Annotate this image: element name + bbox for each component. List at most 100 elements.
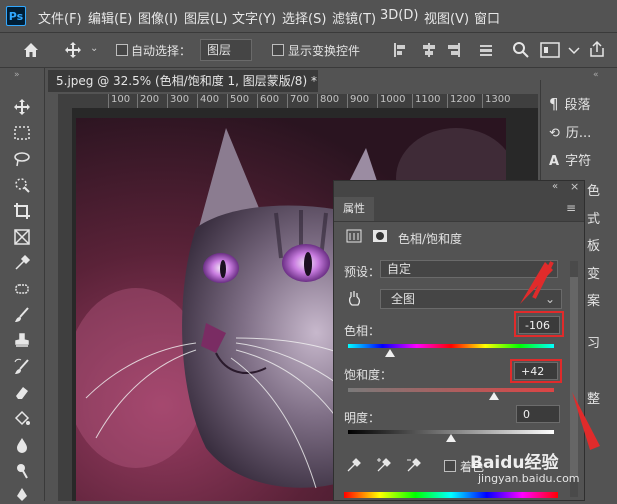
menu-view[interactable]: 视图(V): [424, 8, 469, 27]
menu-bar: Ps 文件(F) 编辑(E) 图像(I) 图层(L) 文字(Y) 选择(S) 滤…: [0, 0, 617, 33]
swatches-panel-label[interactable]: 板: [587, 235, 600, 254]
auto-select-label: 自动选择：: [131, 44, 192, 58]
paragraph-panel-button[interactable]: ¶ 段落: [549, 94, 591, 113]
document-tab-title: 5.jpeg @ 32.5% (色相/饱和度 1, 图层蒙版/8) *: [56, 74, 317, 88]
search-icon[interactable]: [512, 41, 530, 59]
menu-filter[interactable]: 滤镜(T): [332, 8, 376, 27]
color-panel-label[interactable]: 色: [587, 180, 600, 199]
menu-file[interactable]: 文件(F): [38, 8, 82, 27]
brush-tool-icon[interactable]: [13, 306, 31, 324]
ruler-tick: 1000: [377, 94, 405, 108]
hue-input[interactable]: -106: [518, 316, 560, 334]
eyedropper-icon[interactable]: [346, 457, 362, 473]
align-icons[interactable]: [392, 41, 522, 59]
preset-dropdown[interactable]: 自定: [380, 260, 558, 278]
ruler-tick: 100: [108, 94, 130, 108]
preset-value: 自定: [387, 262, 412, 276]
crop-tool-icon[interactable]: [13, 202, 31, 220]
ruler-tick: 1300: [482, 94, 510, 108]
gradients-panel-label[interactable]: 变: [587, 263, 600, 282]
quick-select-tool-icon[interactable]: [13, 176, 31, 194]
photoshop-logo: Ps: [6, 6, 26, 26]
lasso-tool-icon[interactable]: [13, 150, 31, 168]
home-icon[interactable]: [22, 41, 40, 59]
history-panel-button[interactable]: ⟲ 历...: [549, 122, 591, 141]
share-icon[interactable]: [588, 40, 606, 58]
channel-dropdown[interactable]: 全图 ⌄: [380, 289, 562, 309]
horizontal-ruler: 100 200 300 400 500 600 700 800 900 1000…: [58, 94, 538, 109]
lightness-label: 明度：: [344, 411, 381, 425]
ruler-tick: 1200: [447, 94, 475, 108]
adjustments-panel-label[interactable]: 整: [587, 388, 600, 407]
menu-window[interactable]: 窗口: [474, 8, 500, 27]
menu-3d[interactable]: 3D(D): [380, 8, 418, 23]
workspace-icon[interactable]: [540, 42, 560, 58]
eyedropper-plus-icon[interactable]: [376, 457, 392, 473]
watermark-logo: Baidu经验: [470, 453, 559, 473]
chevron-down-icon[interactable]: [566, 41, 582, 59]
document-tab[interactable]: 5.jpeg @ 32.5% (色相/饱和度 1, 图层蒙版/8) * ×: [48, 70, 318, 110]
properties-panel-header[interactable]: « ×: [334, 180, 584, 197]
menu-image[interactable]: 图像(I): [138, 8, 178, 27]
adjustment-title: 色相/饱和度: [398, 232, 463, 246]
colorize-checkbox[interactable]: [444, 460, 456, 472]
healing-tool-icon[interactable]: [13, 280, 31, 298]
chevron-down-icon: ⌄: [544, 292, 555, 306]
color-spectrum-bar: [344, 492, 558, 498]
character-icon: A: [549, 154, 560, 169]
character-panel-button[interactable]: A 字符: [549, 150, 591, 169]
auto-select-checkbox[interactable]: [116, 44, 128, 56]
eraser-tool-icon[interactable]: [13, 384, 31, 402]
history-brush-tool-icon[interactable]: [13, 358, 31, 376]
saturation-input[interactable]: +42: [514, 362, 558, 380]
ruler-tick: 200: [137, 94, 159, 108]
collapse-icon[interactable]: «: [593, 70, 599, 80]
ruler-tick: 500: [227, 94, 249, 108]
paragraph-icon: ¶: [549, 95, 559, 113]
hue-slider-thumb[interactable]: [385, 349, 396, 357]
dodge-tool-icon[interactable]: [13, 462, 31, 480]
saturation-slider-thumb[interactable]: [489, 392, 500, 400]
ruler-tick: 1100: [412, 94, 440, 108]
history-icon: ⟲: [549, 126, 560, 141]
panel-scrollbar-thumb[interactable]: [570, 277, 578, 477]
menu-select[interactable]: 选择(S): [282, 8, 326, 27]
menu-edit[interactable]: 编辑(E): [88, 8, 132, 27]
saturation-slider-track[interactable]: [348, 388, 554, 392]
marquee-tool-icon[interactable]: [13, 124, 31, 142]
watermark-url: jingyan.baidu.com: [478, 472, 580, 485]
lightness-input[interactable]: 0: [516, 405, 560, 423]
paint-bucket-tool-icon[interactable]: [13, 410, 31, 428]
collapse-icon[interactable]: «: [552, 181, 558, 192]
menu-layer[interactable]: 图层(L): [184, 8, 227, 27]
lightness-slider-thumb[interactable]: [446, 434, 456, 442]
blur-tool-icon[interactable]: [13, 436, 31, 454]
ruler-tick: 400: [197, 94, 219, 108]
move-tool-icon[interactable]: [13, 98, 31, 116]
eyedropper-tool-icon[interactable]: [13, 254, 31, 272]
layer-mask-icon[interactable]: [372, 229, 388, 243]
chevron-down-icon[interactable]: ⌄: [90, 43, 98, 54]
learn-panel-label[interactable]: 习: [587, 332, 600, 351]
stamp-tool-icon[interactable]: [13, 332, 31, 350]
channel-value: 全图: [391, 292, 416, 306]
styles-panel-label[interactable]: 式: [587, 208, 600, 227]
patterns-panel-label[interactable]: 案: [587, 290, 600, 309]
ruler-tick: 900: [347, 94, 369, 108]
tab-properties[interactable]: 属性: [334, 197, 374, 221]
move-icon[interactable]: [64, 41, 82, 59]
layer-dropdown[interactable]: 图层: [200, 39, 252, 61]
pen-tool-icon[interactable]: [13, 486, 31, 504]
frame-tool-icon[interactable]: [13, 228, 31, 246]
show-transform-label: 显示变换控件: [288, 44, 361, 58]
menu-type[interactable]: 文字(Y): [232, 8, 276, 27]
panel-menu-icon[interactable]: ≡: [566, 201, 576, 215]
properties-tab-bar: 属性 ≡: [334, 197, 584, 222]
show-transform-checkbox[interactable]: [272, 44, 284, 56]
tools-panel: »: [0, 68, 45, 501]
hand-target-icon[interactable]: [346, 289, 362, 307]
close-icon[interactable]: ×: [570, 180, 579, 193]
hue-slider-track[interactable]: [348, 344, 554, 348]
eyedropper-minus-icon[interactable]: [406, 457, 422, 473]
collapse-icon[interactable]: »: [14, 70, 20, 80]
